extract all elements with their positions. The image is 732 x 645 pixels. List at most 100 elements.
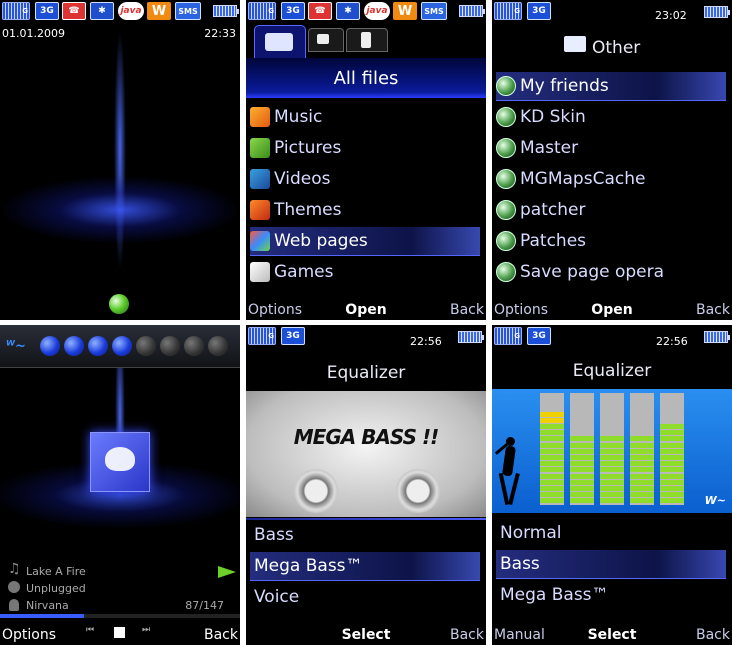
list-item[interactable]: Master xyxy=(496,134,726,162)
list-item-label: Pictures xyxy=(274,138,342,158)
next-track-icon[interactable]: ⏭ xyxy=(142,625,150,635)
volume-bar: ᵂ~ xyxy=(0,325,240,368)
equalizer-segment xyxy=(630,393,654,398)
list-item[interactable]: patcher xyxy=(496,196,726,224)
status-bar: G 3G 23:02 xyxy=(492,0,732,22)
status-bar: G 3G ☎ ✱ java W SMS xyxy=(246,0,486,22)
list-item[interactable]: Bass xyxy=(250,521,480,549)
equalizer-segment xyxy=(630,455,654,460)
page-title: All files xyxy=(333,68,399,89)
equalizer-segment xyxy=(570,467,594,473)
equalizer-segment xyxy=(570,461,594,467)
equalizer-segment xyxy=(540,448,564,454)
list-item-label: patcher xyxy=(520,200,586,220)
signal-icon: G xyxy=(494,327,522,345)
folder-ball-icon xyxy=(496,76,516,96)
list-item[interactable]: MGMapsCache xyxy=(496,165,726,193)
network-g-label: G xyxy=(22,7,28,15)
list-item[interactable]: Mega Bass™ xyxy=(250,552,480,581)
equalizer-segment xyxy=(570,442,594,448)
equalizer-segment xyxy=(570,399,594,404)
equalizer-segment xyxy=(660,479,684,485)
sony-ericsson-logo-icon xyxy=(109,294,129,314)
signal-icon: G xyxy=(248,327,276,345)
tab-phone[interactable] xyxy=(346,28,388,52)
standby-wallpaper-glow xyxy=(0,0,240,320)
back-softkey[interactable]: Back xyxy=(204,627,238,643)
file-manager-screen: G 3G ☎ ✱ java W SMS All files Music Pictu… xyxy=(246,0,486,320)
equalizer-band[interactable] xyxy=(570,393,594,505)
progress-track[interactable] xyxy=(0,614,240,618)
track-counter: 87/147 xyxy=(185,599,224,612)
equalizer-segment xyxy=(660,455,684,460)
list-item-label: My friends xyxy=(520,76,609,96)
list-item[interactable]: Bass xyxy=(496,550,726,579)
signal-icon: G xyxy=(248,2,276,20)
list-item[interactable]: Normal xyxy=(496,519,726,547)
stop-icon[interactable] xyxy=(114,627,125,638)
back-softkey[interactable]: Back xyxy=(696,627,730,643)
equalizer-segment xyxy=(630,436,654,442)
walkman-logo-icon: ᵂ~ xyxy=(6,339,26,354)
previous-track-icon[interactable]: ⏮ xyxy=(86,625,94,635)
battery-icon xyxy=(704,6,730,18)
equalizer-segment xyxy=(600,486,624,491)
time-label: 22:56 xyxy=(656,335,688,348)
list-item-label: Mega Bass™ xyxy=(500,585,609,605)
equalizer-band[interactable] xyxy=(600,393,624,505)
list-item[interactable]: Mega Bass™ xyxy=(496,581,726,609)
equalizer-preview-screen: G 3G 22:56 Equalizer MEGA BASS !! Bass Me… xyxy=(246,325,486,645)
equalizer-segment xyxy=(540,486,564,491)
artist-icon xyxy=(9,599,19,611)
list-item[interactable]: Voice xyxy=(250,583,480,611)
equalizer-segment xyxy=(600,467,624,473)
equalizer-segment xyxy=(630,448,654,454)
equalizer-segment xyxy=(600,418,624,423)
title-bar: All files xyxy=(246,58,486,98)
battery-icon xyxy=(704,331,730,343)
equalizer-segment xyxy=(660,461,684,467)
volume-dot-on xyxy=(88,336,108,356)
list-item-label: Themes xyxy=(274,200,342,220)
list-item[interactable]: Videos xyxy=(250,165,480,193)
equalizer-segment xyxy=(540,436,564,442)
equalizer-band[interactable] xyxy=(630,393,654,505)
equalizer-segment xyxy=(660,430,684,436)
tab-phone-memory[interactable] xyxy=(254,25,306,60)
list-item-label: Games xyxy=(274,262,334,282)
list-item[interactable]: Themes xyxy=(250,196,480,224)
list-item[interactable]: KD Skin xyxy=(496,103,726,131)
options-softkey[interactable]: Options xyxy=(2,627,56,643)
equalizer-band[interactable] xyxy=(540,393,564,505)
list-item[interactable]: Games xyxy=(250,258,480,286)
volume-dot-off xyxy=(208,336,228,356)
walkman-player-screen: ᵂ~ ♫ Lake A Fire Unplugged Nirvana 87/14… xyxy=(0,325,240,645)
list-item[interactable]: My friends xyxy=(496,72,726,101)
equalizer-segment xyxy=(540,430,564,436)
other-folder-screen: G 3G 23:02 Other My friends KD Skin Master… xyxy=(492,0,732,320)
equalizer-segment xyxy=(570,405,594,410)
equalizer-segment xyxy=(660,393,684,398)
web-pages-icon xyxy=(250,231,270,251)
standby-screen: G 3G ☎ ✱ java W SMS 01.01.2009 22:33 xyxy=(0,0,240,320)
time-label: 22:56 xyxy=(410,335,442,348)
signal-icon: G xyxy=(2,2,30,20)
equalizer-segment xyxy=(540,492,564,498)
album-icon xyxy=(8,581,20,593)
list-item[interactable]: Patches xyxy=(496,227,726,255)
back-softkey[interactable]: Back xyxy=(696,302,730,318)
tab-memory-card[interactable] xyxy=(308,28,344,52)
equalizer-preview-image: MEGA BASS !! xyxy=(246,391,486,517)
list-item[interactable]: Save page opera xyxy=(496,258,726,286)
back-softkey[interactable]: Back xyxy=(450,302,484,318)
equalizer-band[interactable] xyxy=(660,393,684,505)
list-item-label: Bass xyxy=(500,554,540,574)
bluetooth-icon: ✱ xyxy=(336,2,360,20)
list-item[interactable]: Pictures xyxy=(250,134,480,162)
list-item[interactable]: Music xyxy=(250,103,480,131)
back-softkey[interactable]: Back xyxy=(450,627,484,643)
folder-icon xyxy=(564,36,586,52)
equalizer-segment xyxy=(630,412,654,417)
list-item-label: KD Skin xyxy=(520,107,586,127)
list-item[interactable]: Web pages xyxy=(250,227,480,256)
